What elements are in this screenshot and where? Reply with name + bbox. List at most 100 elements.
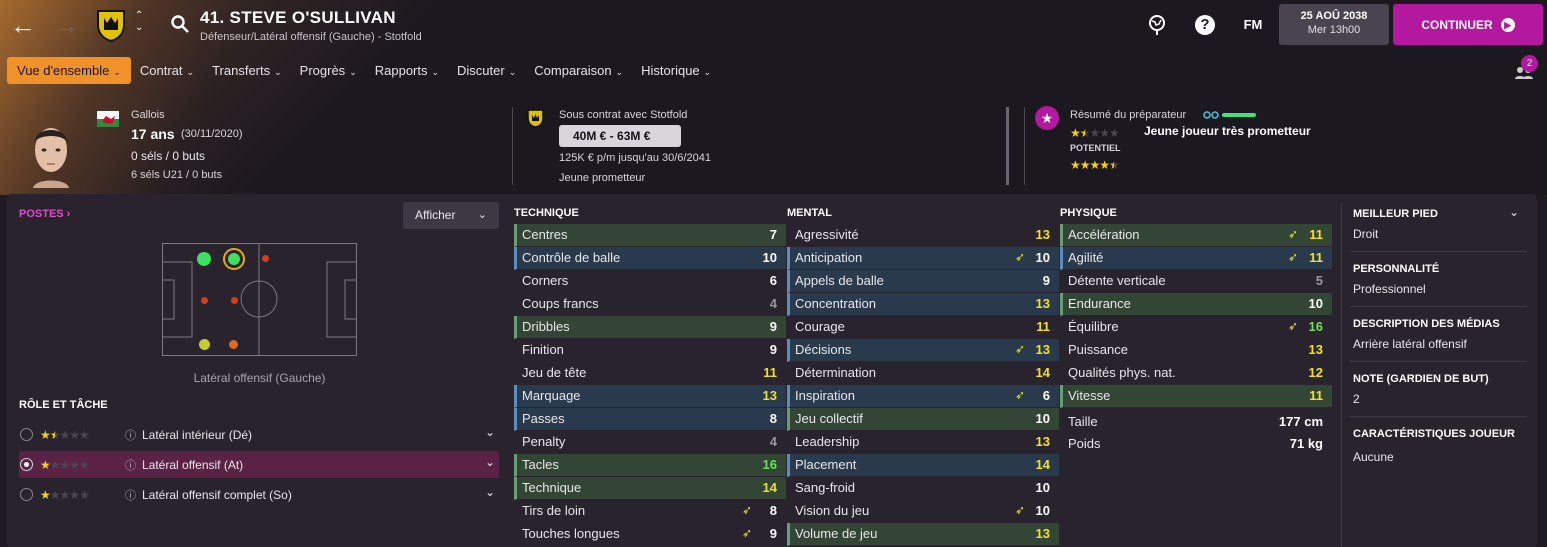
attribute-row[interactable]: Centres 7 [514,224,786,247]
attribute-row[interactable]: Puissance 13 [1060,339,1332,362]
attribute-row[interactable]: Volume de jeu 13 [787,523,1059,546]
info-icon[interactable]: ⓘ [125,427,136,443]
chevron-down-icon[interactable]: ⌄ [485,455,495,469]
tab-transfers[interactable]: Transferts ⌄ [203,57,291,84]
trend-arrow-icon: ➶ [1287,227,1298,241]
role-row-selected[interactable]: ★★★★★ ⓘ Latéral offensif (At) ⌄ [19,451,499,478]
tab-progress[interactable]: Progrès ⌄ [291,57,366,84]
back-arrow-icon[interactable]: ← [10,12,36,38]
attribute-name: Finition [522,342,564,357]
media-description-label: DESCRIPTION DES MÉDIAS [1353,318,1500,330]
tab-label: Rapports [374,63,428,78]
club-switch-icon[interactable]: ⌃ ⌄ [135,10,143,34]
positions-link[interactable]: POSTES › [19,208,70,220]
info-icon[interactable]: ⓘ [125,487,136,503]
height-label: Taille [1068,414,1098,429]
attribute-row[interactable]: Accélération ➶ 11 [1060,224,1332,247]
position-dot[interactable] [262,255,269,262]
attribute-name: Puissance [1068,342,1128,357]
personality-label: PERSONNALITÉ [1353,263,1440,275]
tab-overview[interactable]: Vue d'ensemble ⌄ [7,57,131,84]
position-dot-natural[interactable] [197,252,211,266]
tab-comparison[interactable]: Comparaison ⌄ [525,57,632,84]
attribute-row[interactable]: Appels de balle 9 [787,270,1059,293]
date-box[interactable]: 25 AOÛ 2038 Mer 13h00 [1279,4,1389,45]
tab-contract[interactable]: Contrat ⌄ [131,57,203,84]
attribute-row[interactable]: Détente verticale 5 [1060,270,1332,293]
star-icon: ★ [40,458,51,472]
attribute-row[interactable]: Coups francs 4 [514,293,786,316]
attribute-row[interactable]: Détermination 14 [787,362,1059,385]
position-dot[interactable] [229,340,238,349]
attribute-row[interactable]: Décisions ➶ 13 [787,339,1059,362]
chevron-down-icon[interactable]: ⌄ [485,485,495,499]
fm-button[interactable]: FM [1240,14,1266,36]
radio-button[interactable] [20,428,33,441]
player-status: Jeune prometteur [559,172,646,184]
attribute-row[interactable]: Finition 9 [514,339,786,362]
attribute-row[interactable]: Tacles 16 [514,454,786,477]
attribute-value: 6 [1042,388,1050,403]
attribute-row[interactable]: Leadership 13 [787,431,1059,454]
attribute-row[interactable]: Sang-froid 10 [787,477,1059,500]
attribute-row[interactable]: Penalty 4 [514,431,786,454]
weight-row: Poids 71 kg [1060,433,1332,455]
attribute-row[interactable]: Dribbles 9 [514,316,786,339]
world-icon[interactable] [1147,14,1167,36]
attribute-value: 13 [762,388,777,403]
tab-reports[interactable]: Rapports ⌄ [366,57,448,84]
position-dot[interactable] [231,297,238,304]
role-name: Latéral offensif complet (So) [142,488,292,502]
attribute-row[interactable]: Jeu collectif 10 [787,408,1059,431]
forward-arrow-icon[interactable]: → [53,12,79,38]
role-row[interactable]: ★★★★★ ⓘ Latéral offensif complet (So) ⌄ [19,481,499,508]
transfer-value-tag[interactable]: 40M € - 63M € [559,125,681,147]
attribute-row[interactable]: Courage 11 [787,316,1059,339]
help-icon[interactable]: ? [1195,15,1215,35]
attribute-row[interactable]: Jeu de tête 11 [514,362,786,385]
display-dropdown[interactable]: Afficher ⌄ [403,202,499,229]
attribute-row[interactable]: Inspiration ➶ 6 [787,385,1059,408]
attribute-row[interactable]: Agilité ➶ 11 [1060,247,1332,270]
attribute-row[interactable]: Endurance 10 [1060,293,1332,316]
attribute-row[interactable]: Vision du jeu ➶ 10 [787,500,1059,523]
player-face-avatar [33,128,69,188]
scroll-handle[interactable] [1006,107,1009,185]
best-foot-label: MEILLEUR PIED [1353,208,1438,220]
position-dot-selected[interactable] [223,248,245,270]
chevron-down-icon[interactable]: ⌄ [485,425,495,439]
attribute-row[interactable]: Vitesse 11 [1060,385,1332,408]
search-icon[interactable] [170,14,190,34]
tab-discuss[interactable]: Discuter ⌄ [448,57,525,84]
info-icon[interactable]: ⓘ [125,457,136,473]
attribute-row[interactable]: Placement 14 [787,454,1059,477]
current-ability-stars: ★★★★★ [1070,124,1120,142]
position-dot-competent[interactable] [199,339,210,350]
attribute-row[interactable]: Équilibre ➶ 16 [1060,316,1332,339]
club-crest-icon[interactable] [96,9,126,42]
attribute-row[interactable]: Agressivité 13 [787,224,1059,247]
attribute-name: Placement [795,457,857,472]
attribute-row[interactable]: Passes 8 [514,408,786,431]
position-dot[interactable] [201,297,208,304]
radio-button[interactable] [20,488,33,501]
attribute-name: Dribbles [522,319,570,334]
role-row[interactable]: ★★★★★ ⓘ Latéral intérieur (Dé) ⌄ [19,421,499,448]
chevron-down-icon[interactable]: ⌄ [1509,205,1519,219]
attribute-row[interactable]: Tirs de loin ➶ 8 [514,500,786,523]
radio-button-checked[interactable] [20,458,33,471]
tab-history[interactable]: Historique ⌄ [632,57,720,84]
attribute-row[interactable]: Anticipation ➶ 10 [787,247,1059,270]
continue-button[interactable]: CONTINUER ▶ [1393,4,1543,45]
attribute-row[interactable]: Touches longues ➶ 9 [514,523,786,546]
attribute-row[interactable]: Corners 6 [514,270,786,293]
attribute-row[interactable]: Technique 14 [514,477,786,500]
attribute-name: Vision du jeu [795,503,870,518]
attribute-row[interactable]: Qualités phys. nat. 12 [1060,362,1332,385]
attribute-name: Endurance [1068,296,1131,311]
attribute-name: Technique [522,480,582,495]
role-stars: ★★★★★ [40,428,90,442]
attribute-row[interactable]: Concentration 13 [787,293,1059,316]
attribute-row[interactable]: Contrôle de balle 10 [514,247,786,270]
attribute-row[interactable]: Marquage 13 [514,385,786,408]
